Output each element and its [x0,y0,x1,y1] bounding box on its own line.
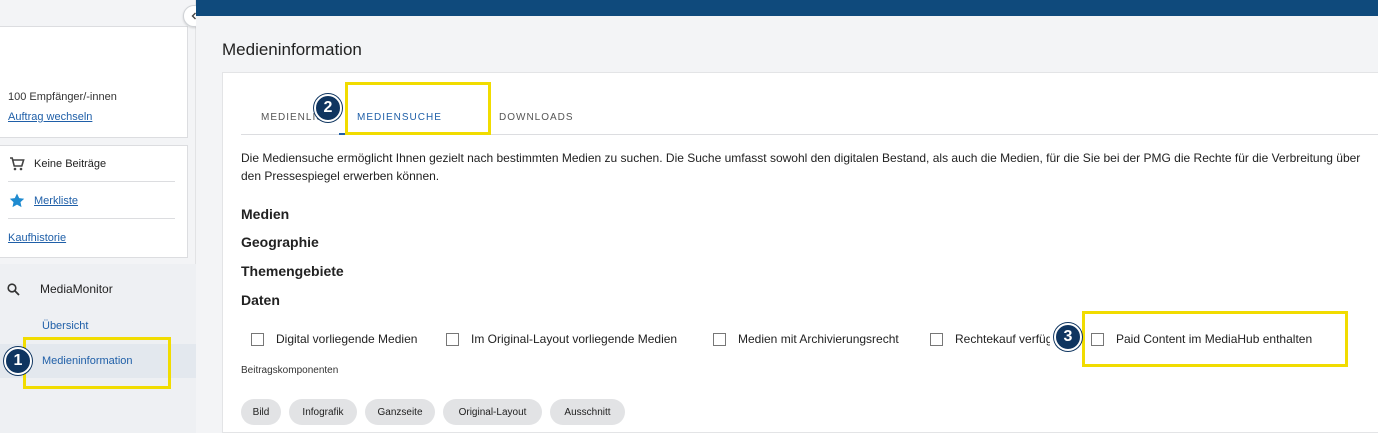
chip-ausschnitt[interactable]: Ausschnitt [550,399,625,425]
highlight-frame-1 [23,337,171,389]
checkbox-label: Medien mit Archivierungsrecht [738,332,899,346]
checkbox-rights-purchase[interactable]: Rechtekauf verfügbar [930,331,1050,347]
top-bar [196,0,1378,16]
section-medien[interactable]: Medien [241,206,289,222]
chip-bild[interactable]: Bild [241,399,281,425]
checkbox-box[interactable] [713,332,726,346]
change-order-link[interactable]: Auftrag wechseln [8,111,92,123]
recipients-count: 100 Empfänger/-innen [8,91,117,103]
section-themengebiete[interactable]: Themengebiete [241,263,344,279]
tab-downloads[interactable]: DOWNLOADS [499,99,574,135]
section-daten[interactable]: Daten [241,292,280,308]
annotation-badge-1: 1 [4,347,32,375]
components-label: Beitragskomponenten [241,365,339,376]
main-content: Medieninformation MEDIENLISTE MEDIENSUCH… [196,16,1378,433]
annotation-badge-3: 3 [1054,323,1082,351]
watchlist-link[interactable]: Merkliste [34,195,78,207]
highlight-frame-2 [345,82,491,135]
purchase-history-row[interactable]: Kaufhistorie [8,220,175,256]
checkbox-original-layout[interactable]: Im Original-Layout vorliegende Medien [446,331,677,347]
checkbox-label: Digital vorliegende Medien [276,332,418,346]
cart-row[interactable]: Keine Beiträge [8,146,175,182]
purchase-history-link[interactable]: Kaufhistorie [8,232,66,244]
mediamonitor-title[interactable]: MediaMonitor [0,278,113,300]
cart-icon [8,156,26,172]
search-icon [2,282,24,296]
nav-overview[interactable]: Übersicht [42,320,88,332]
checkbox-box[interactable] [446,332,459,346]
annotation-badge-2: 2 [314,94,342,122]
checkbox-label: Rechtekauf verfügbar [955,332,1050,346]
chip-ganzseite[interactable]: Ganzseite [365,399,435,425]
section-geographie[interactable]: Geographie [241,234,319,250]
search-description: Die Mediensuche ermöglicht Ihnen gezielt… [241,151,1361,183]
highlight-frame-3 [1082,311,1348,367]
checkbox-label: Im Original-Layout vorliegende Medien [471,332,678,346]
tab-medienliste[interactable]: MEDIENLISTE [261,99,321,135]
chip-infografik[interactable]: Infografik [289,399,357,425]
checkbox-box[interactable] [251,332,264,346]
chip-original-layout[interactable]: Original-Layout [443,399,542,425]
order-card: 100 Empfänger/-innen Auftrag wechseln [0,26,188,138]
star-icon [8,193,26,209]
cart-label: Keine Beiträge [34,157,107,170]
checkbox-digital[interactable]: Digital vorliegende Medien [251,331,417,347]
checkbox-box[interactable] [930,332,943,346]
page-title: Medieninformation [222,40,362,59]
cart-card: Keine Beiträge Merkliste Kaufhistorie [0,145,188,258]
checkbox-archive-rights[interactable]: Medien mit Archivierungsrecht [713,331,899,347]
watchlist-row[interactable]: Merkliste [8,183,175,219]
mediamonitor-label: MediaMonitor [40,282,113,296]
